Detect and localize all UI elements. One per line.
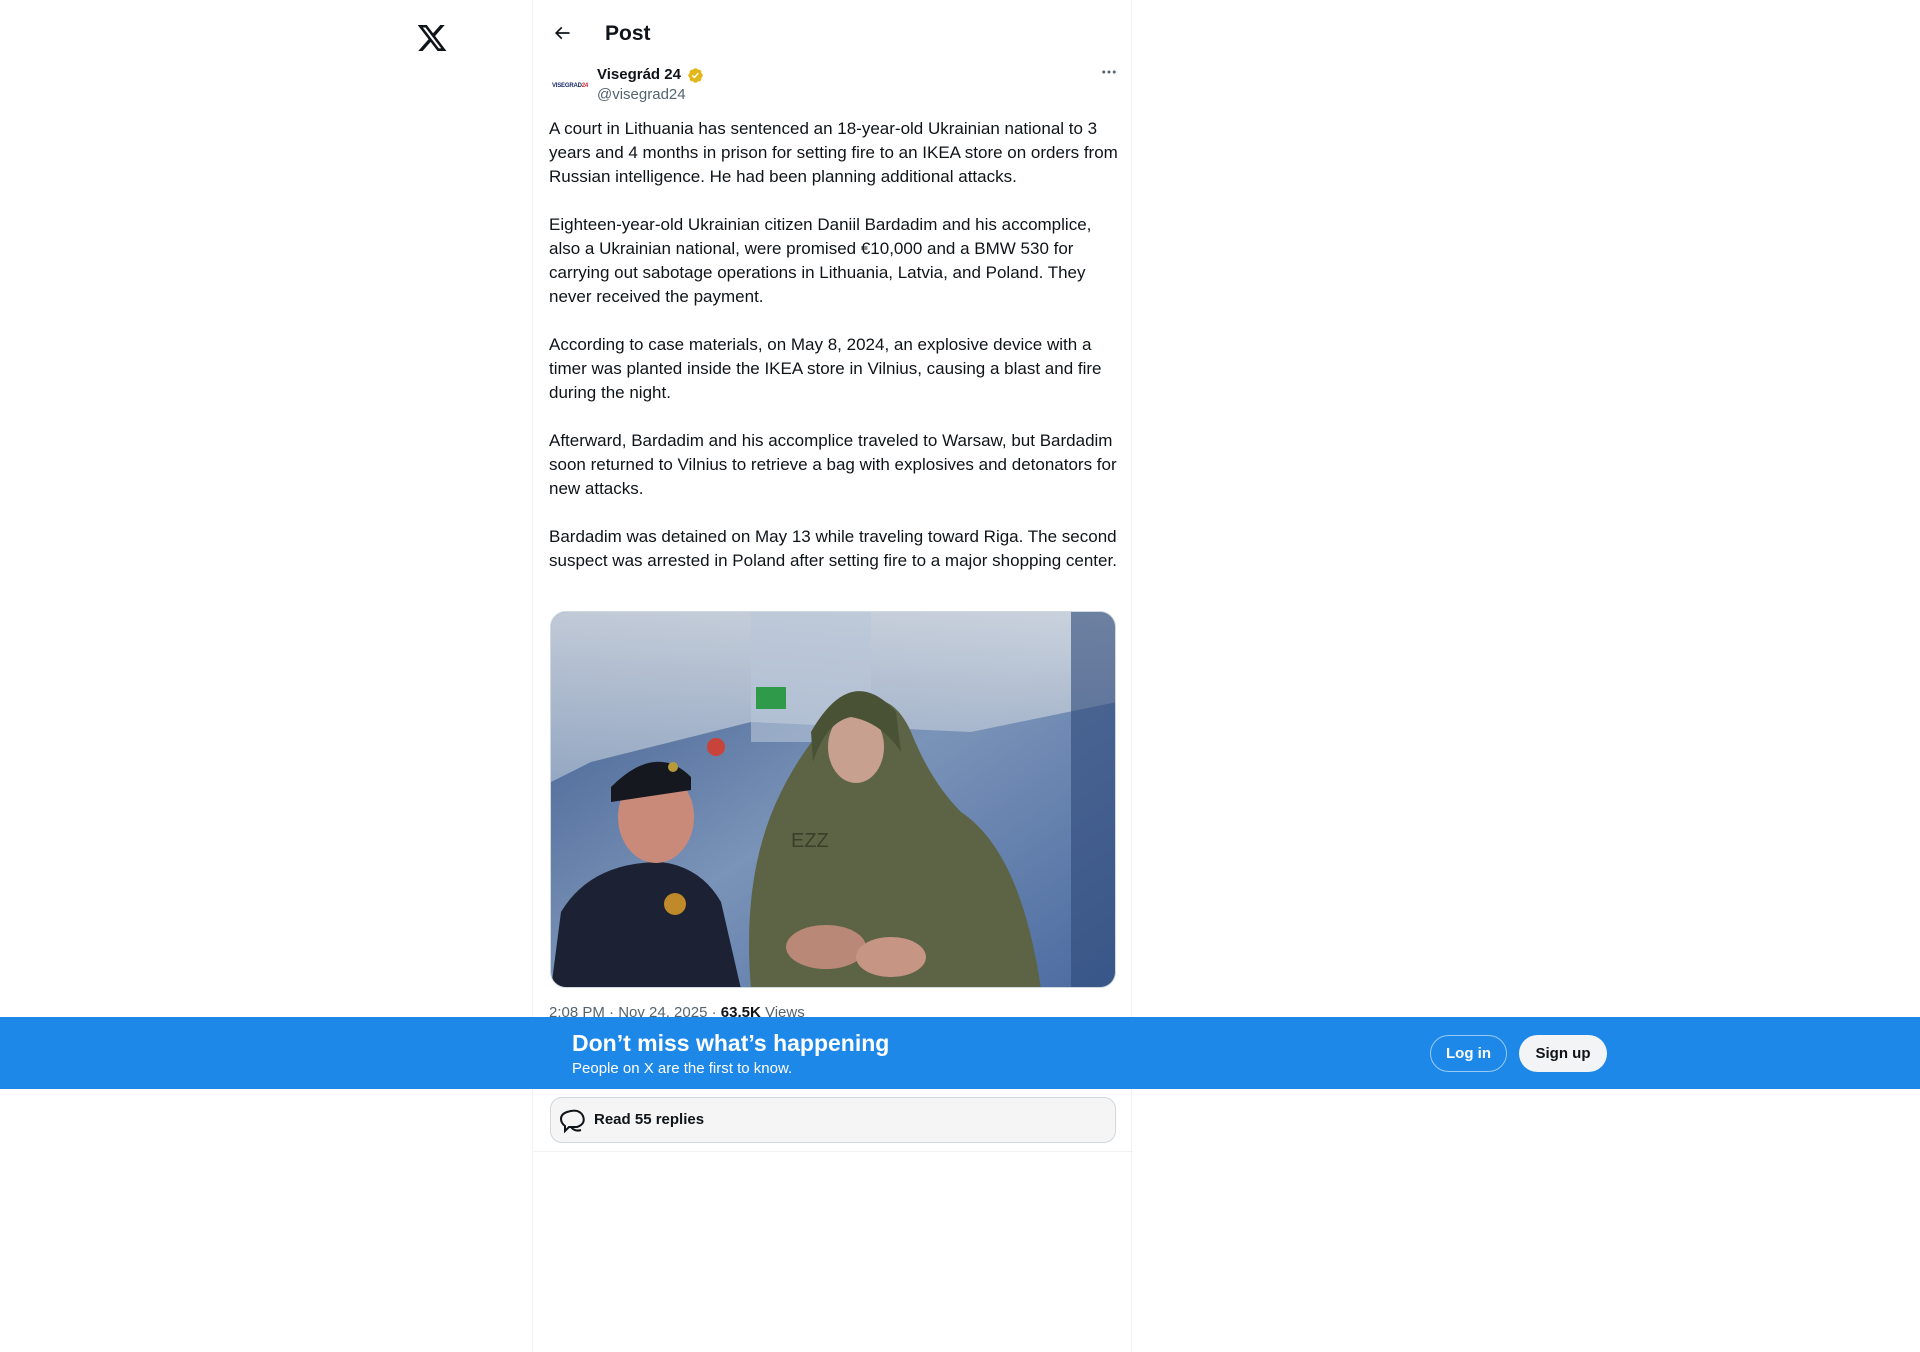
post-paragraph: Bardadim was detained on May 13 while tr… (549, 527, 1117, 570)
post-paragraph: Afterward, Bardadim and his accomplice t… (549, 431, 1117, 498)
avatar[interactable]: VISEGRAD24 (550, 66, 590, 106)
banner-title: Don’t miss what’s happening (572, 1030, 890, 1056)
post-paragraph: A court in Lithuania has sentenced an 18… (549, 119, 1118, 186)
post-text: A court in Lithuania has sentenced an 18… (549, 117, 1119, 597)
author-name[interactable]: Visegrád 24 (597, 66, 681, 83)
jacket-text: EZZ (791, 830, 829, 852)
main-column: Post VISEGRAD24 Visegrád 24 @visegrad24 … (532, 0, 1133, 1352)
post-paragraph: Eighteen-year-old Ukrainian citizen Dani… (549, 215, 1092, 306)
x-logo-icon[interactable] (416, 22, 448, 54)
read-replies-label: Read 55 replies (594, 1111, 705, 1128)
divider (533, 1151, 1133, 1152)
page-title: Post (605, 22, 651, 45)
post-photo[interactable]: EZZ (550, 611, 1116, 988)
read-replies-button[interactable]: Read 55 replies (550, 1097, 1116, 1143)
signup-button[interactable]: Sign up (1519, 1035, 1607, 1072)
banner-subtitle: People on X are the first to know. (572, 1060, 793, 1077)
page-header: Post (533, 0, 1133, 70)
login-button[interactable]: Log in (1430, 1035, 1507, 1072)
avatar-brand: VISEGRAD (551, 83, 582, 89)
verified-badge-icon (687, 67, 704, 84)
avatar-brand-num: 24 (581, 83, 589, 89)
signup-banner: Don’t miss what’s happening People on X … (0, 1017, 1920, 1089)
reply-bubble-icon (559, 1108, 587, 1134)
author-handle[interactable]: @visegrad24 (597, 86, 686, 103)
more-options-icon (1100, 63, 1118, 86)
post-paragraph: According to case materials, on May 8, 2… (549, 335, 1102, 402)
back-arrow-icon (552, 23, 572, 48)
back-button[interactable] (544, 17, 580, 53)
more-options-button[interactable] (1093, 62, 1125, 86)
